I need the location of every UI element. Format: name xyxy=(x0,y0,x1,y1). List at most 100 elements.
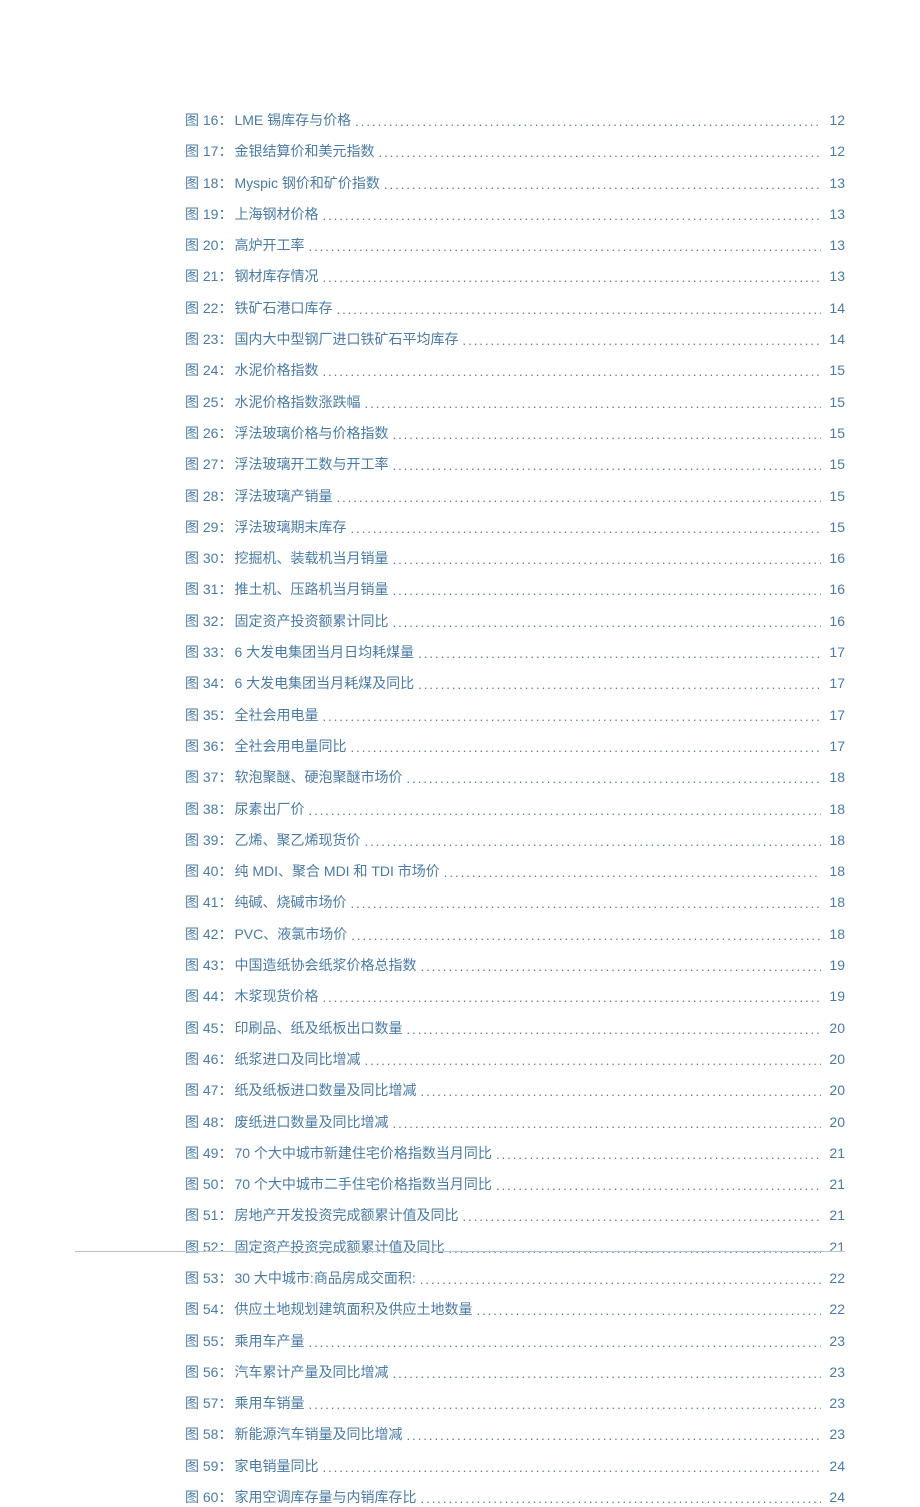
toc-entry[interactable]: 图 34：6 大发电集团当月耗煤及同比17 xyxy=(185,673,845,693)
toc-entry[interactable]: 图 21：钢材库存情况13 xyxy=(185,266,845,286)
toc-entry[interactable]: 图 56：汽车累计产量及同比增减23 xyxy=(185,1362,845,1382)
toc-entry[interactable]: 图 50：70 个大中城市二手住宅价格指数当月同比21 xyxy=(185,1174,845,1194)
toc-entry[interactable]: 图 28：浮法玻璃产销量 15 xyxy=(185,486,845,506)
toc-entry-page: 21 xyxy=(825,1176,845,1192)
toc-entry[interactable]: 图 18：Myspic 钢价和矿价指数13 xyxy=(185,173,845,193)
toc-entry-title: 6 大发电集团当月耗煤及同比 xyxy=(234,673,414,693)
toc-entry-title: 水泥价格指数涨跌幅 xyxy=(234,392,360,412)
toc-entry[interactable]: 图 59：家电销量同比24 xyxy=(185,1456,845,1476)
toc-entry[interactable]: 图 60：家用空调库存量与内销库存比24 xyxy=(185,1487,845,1507)
toc-entry-label: 图 42： xyxy=(185,924,232,944)
toc-entry[interactable]: 图 17：金银结算价和美元指数12 xyxy=(185,141,845,161)
toc-dots-leader xyxy=(392,552,821,567)
toc-entry[interactable]: 图 19：上海钢材价格13 xyxy=(185,204,845,224)
toc-entry-page: 18 xyxy=(825,801,845,817)
toc-entry-page: 15 xyxy=(825,488,845,504)
toc-entry[interactable]: 图 41：纯碱、烧碱市场价18 xyxy=(185,892,845,912)
toc-entry[interactable]: 图 43：中国造纸协会纸浆价格总指数19 xyxy=(185,955,845,975)
toc-entry-label: 图 27： xyxy=(185,454,232,474)
toc-entry-page: 18 xyxy=(825,894,845,910)
toc-entry-page: 19 xyxy=(825,957,845,973)
toc-entry-title: 高炉开工率 xyxy=(234,235,304,255)
toc-entry[interactable]: 图 46：纸浆进口及同比增减20 xyxy=(185,1049,845,1069)
toc-entry-title: 上海钢材价格 xyxy=(234,204,318,224)
toc-entry-title: 浮法玻璃价格与价格指数 xyxy=(234,423,388,443)
toc-entry[interactable]: 图 47：纸及纸板进口数量及同比增减20 xyxy=(185,1080,845,1100)
toc-entry[interactable]: 图 36：全社会用电量同比17 xyxy=(185,736,845,756)
toc-dots-leader xyxy=(420,959,821,974)
toc-entry-title: 纯 MDI、聚合 MDI 和 TDI 市场价 xyxy=(234,861,439,881)
toc-entry[interactable]: 图 26：浮法玻璃价格与价格指数15 xyxy=(185,423,845,443)
toc-entry-title: PVC、液氯市场价 xyxy=(234,924,347,944)
toc-entry-page: 12 xyxy=(825,143,845,159)
toc-entry[interactable]: 图 54：供应土地规划建筑面积及供应土地数量22 xyxy=(185,1299,845,1319)
table-of-contents: 图 16：LME 锡库存与价格12 图 17：金银结算价和美元指数12 图 18：M… xyxy=(185,110,845,1507)
toc-entry[interactable]: 图 44：木浆现货价格19 xyxy=(185,986,845,1006)
toc-entry[interactable]: 图 30：挖掘机、装载机当月销量16 xyxy=(185,548,845,568)
toc-entry-page: 23 xyxy=(825,1426,845,1442)
toc-entry[interactable]: 图 52：固定资产投资完成额累计值及同比21 xyxy=(185,1237,845,1257)
toc-entry[interactable]: 图 16：LME 锡库存与价格12 xyxy=(185,110,845,130)
toc-entry[interactable]: 图 49：70 个大中城市新建住宅价格指数当月同比21 xyxy=(185,1143,845,1163)
toc-entry-title: 固定资产投资完成额累计值及同比 xyxy=(234,1237,444,1257)
toc-entry[interactable]: 图 42：PVC、液氯市场价18 xyxy=(185,924,845,944)
toc-entry[interactable]: 图 32：固定资产投资额累计同比16 xyxy=(185,611,845,631)
toc-entry-page: 22 xyxy=(825,1301,845,1317)
toc-entry-label: 图 28： xyxy=(185,486,232,506)
toc-entry-label: 图 60： xyxy=(185,1487,232,1507)
toc-entry-page: 20 xyxy=(825,1020,845,1036)
toc-dots-leader xyxy=(392,1116,821,1131)
toc-entry-label: 图 37： xyxy=(185,767,232,787)
toc-entry-title: 家电销量同比 xyxy=(234,1456,318,1476)
toc-entry[interactable]: 图 23：国内大中型钢厂进口铁矿石平均库存14 xyxy=(185,329,845,349)
toc-dots-leader xyxy=(406,1428,821,1443)
toc-dots-leader xyxy=(462,1209,821,1224)
toc-dots-leader xyxy=(420,1491,821,1506)
toc-entry[interactable]: 图 24：水泥价格指数15 xyxy=(185,360,845,380)
toc-entry-page: 16 xyxy=(825,581,845,597)
toc-entry-page: 20 xyxy=(825,1114,845,1130)
toc-entry[interactable]: 图 45：印刷品、纸及纸板出口数量20 xyxy=(185,1018,845,1038)
toc-entry[interactable]: 图 27：浮法玻璃开工数与开工率15 xyxy=(185,454,845,474)
toc-entry[interactable]: 图 40：纯 MDI、聚合 MDI 和 TDI 市场价18 xyxy=(185,861,845,881)
toc-entry-title: 国内大中型钢厂进口铁矿石平均库存 xyxy=(234,329,458,349)
toc-entry-label: 图 59： xyxy=(185,1456,232,1476)
toc-dots-leader xyxy=(420,1084,821,1099)
toc-entry[interactable]: 图 31：推土机、压路机当月销量16 xyxy=(185,579,845,599)
toc-entry[interactable]: 图 20：高炉开工率13 xyxy=(185,235,845,255)
toc-entry[interactable]: 图 37：软泡聚醚、硬泡聚醚市场价18 xyxy=(185,767,845,787)
toc-entry-title: 70 个大中城市二手住宅价格指数当月同比 xyxy=(234,1174,491,1194)
toc-entry-title: 30 大中城市:商品房成交面积: xyxy=(234,1268,415,1288)
toc-entry-title: 汽车累计产量及同比增减 xyxy=(234,1362,388,1382)
toc-entry-title: 纯碱、烧碱市场价 xyxy=(234,892,346,912)
toc-dots-leader xyxy=(462,333,821,348)
toc-entry[interactable]: 图 35：全社会用电量17 xyxy=(185,705,845,725)
toc-entry[interactable]: 图 38：尿素出厂价18 xyxy=(185,799,845,819)
toc-entry[interactable]: 图 48：废纸进口数量及同比增减20 xyxy=(185,1112,845,1132)
toc-entry-title: 浮法玻璃开工数与开工率 xyxy=(234,454,388,474)
toc-entry-title: 软泡聚醚、硬泡聚醚市场价 xyxy=(234,767,402,787)
toc-entry[interactable]: 图 53：30 大中城市:商品房成交面积:22 xyxy=(185,1268,845,1288)
toc-entry[interactable]: 图 29：浮法玻璃期末库存15 xyxy=(185,517,845,537)
toc-entry[interactable]: 图 22：铁矿石港口库存14 xyxy=(185,298,845,318)
toc-entry-label: 图 20： xyxy=(185,235,232,255)
toc-dots-leader xyxy=(364,396,821,411)
toc-entry-label: 图 40： xyxy=(185,861,232,881)
toc-dots-leader xyxy=(496,1147,821,1162)
toc-entry-page: 14 xyxy=(825,300,845,316)
toc-entry-page: 20 xyxy=(825,1051,845,1067)
toc-entry[interactable]: 图 25：水泥价格指数涨跌幅15 xyxy=(185,392,845,412)
toc-entry-title: 推土机、压路机当月销量 xyxy=(234,579,388,599)
toc-entry-page: 13 xyxy=(825,175,845,191)
toc-entry[interactable]: 图 58：新能源汽车销量及同比增减23 xyxy=(185,1424,845,1444)
toc-entry[interactable]: 图 57：乘用车销量23 xyxy=(185,1393,845,1413)
toc-entry-label: 图 17： xyxy=(185,141,232,161)
toc-dots-leader xyxy=(322,990,821,1005)
toc-entry[interactable]: 图 39：乙烯、聚乙烯现货价18 xyxy=(185,830,845,850)
toc-entry[interactable]: 图 33：6 大发电集团当月日均耗煤量17 xyxy=(185,642,845,662)
toc-entry[interactable]: 图 55：乘用车产量23 xyxy=(185,1331,845,1351)
toc-entry[interactable]: 图 51：房地产开发投资完成额累计值及同比21 xyxy=(185,1205,845,1225)
toc-dots-leader xyxy=(308,239,821,254)
toc-entry-title: 浮法玻璃产销量 xyxy=(234,486,332,506)
toc-entry-title: 浮法玻璃期末库存 xyxy=(234,517,346,537)
